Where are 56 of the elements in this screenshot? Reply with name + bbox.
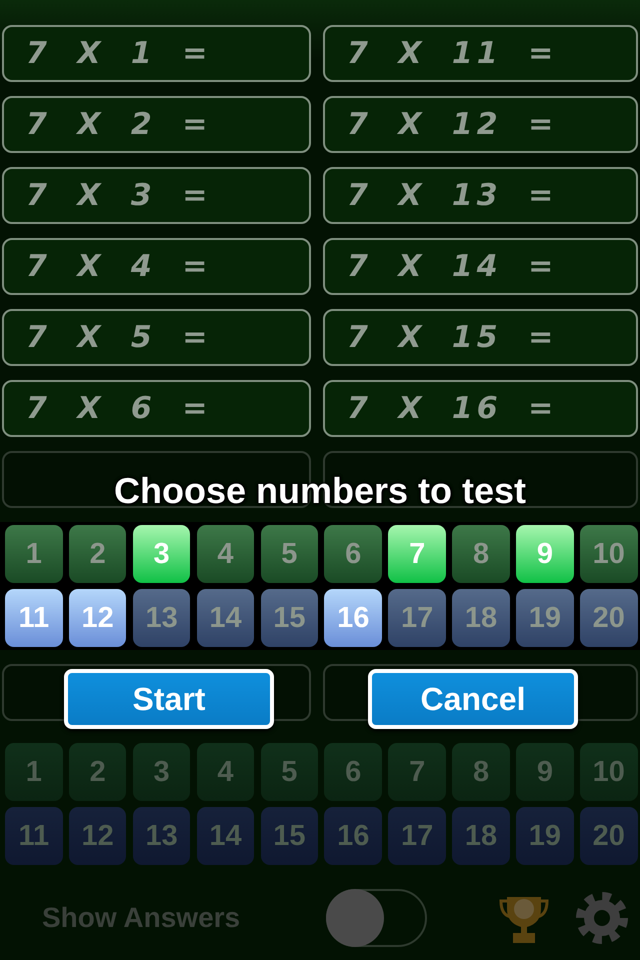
number-button[interactable]: 9 [516,525,574,583]
dialog-title: Choose numbers to test [114,470,526,512]
equation-text: 7 X 12 = [347,107,558,142]
number-button[interactable]: 13 [132,807,190,865]
cancel-button[interactable]: Cancel [368,669,578,729]
number-button[interactable]: 20 [580,589,638,647]
number-button[interactable]: 11 [5,589,63,647]
number-button[interactable]: 9 [516,743,574,801]
number-button[interactable]: 10 [580,743,638,801]
number-button[interactable]: 15 [260,807,318,865]
number-button[interactable]: 7 [388,525,446,583]
equation-text: 7 X 5 = [26,320,212,355]
number-button[interactable]: 16 [324,807,382,865]
equation-text: 7 X 6 = [26,391,212,426]
number-button[interactable]: 1 [5,743,63,801]
number-button[interactable]: 11 [5,807,63,865]
equation-text: 7 X 3 = [26,178,212,213]
number-button[interactable]: 16 [324,589,382,647]
number-button[interactable]: 17 [388,589,446,647]
equation-text: 7 X 1 = [26,36,212,71]
equation-text: 7 X 2 = [26,107,212,142]
number-button[interactable]: 14 [196,589,254,647]
equation-text: 7 X 4 = [26,249,212,284]
number-button[interactable]: 12 [68,807,126,865]
number-button[interactable]: 3 [132,743,190,801]
settings-icon[interactable] [575,891,629,945]
number-button[interactable]: 5 [260,525,318,583]
number-button[interactable]: 8 [452,743,510,801]
equation-text: 7 X 15 = [347,320,558,355]
number-button[interactable]: 5 [260,743,318,801]
number-button[interactable]: 6 [324,525,382,583]
number-button[interactable]: 2 [68,743,126,801]
number-button[interactable]: 14 [196,807,254,865]
equation-text: 7 X 13 = [347,178,558,213]
number-button[interactable]: 7 [388,743,446,801]
equation-text: 7 X 14 = [347,249,558,284]
number-button[interactable]: 19 [516,807,574,865]
number-button[interactable]: 17 [388,807,446,865]
number-button[interactable]: 12 [68,589,126,647]
equation-text: 7 X 16 = [347,391,558,426]
number-button[interactable]: 1 [5,525,63,583]
number-button[interactable]: 20 [580,807,638,865]
number-button[interactable]: 4 [196,743,254,801]
number-button[interactable]: 6 [324,743,382,801]
number-button[interactable]: 4 [196,525,254,583]
number-button[interactable]: 3 [132,525,190,583]
number-button[interactable]: 18 [452,807,510,865]
number-button[interactable]: 18 [452,589,510,647]
number-button[interactable]: 10 [580,525,638,583]
number-button[interactable]: 13 [132,589,190,647]
number-button[interactable]: 2 [68,525,126,583]
number-button[interactable]: 15 [260,589,318,647]
number-button[interactable]: 8 [452,525,510,583]
number-button[interactable]: 19 [516,589,574,647]
start-button[interactable]: Start [64,669,274,729]
equation-text: 7 X 11 = [347,36,558,71]
